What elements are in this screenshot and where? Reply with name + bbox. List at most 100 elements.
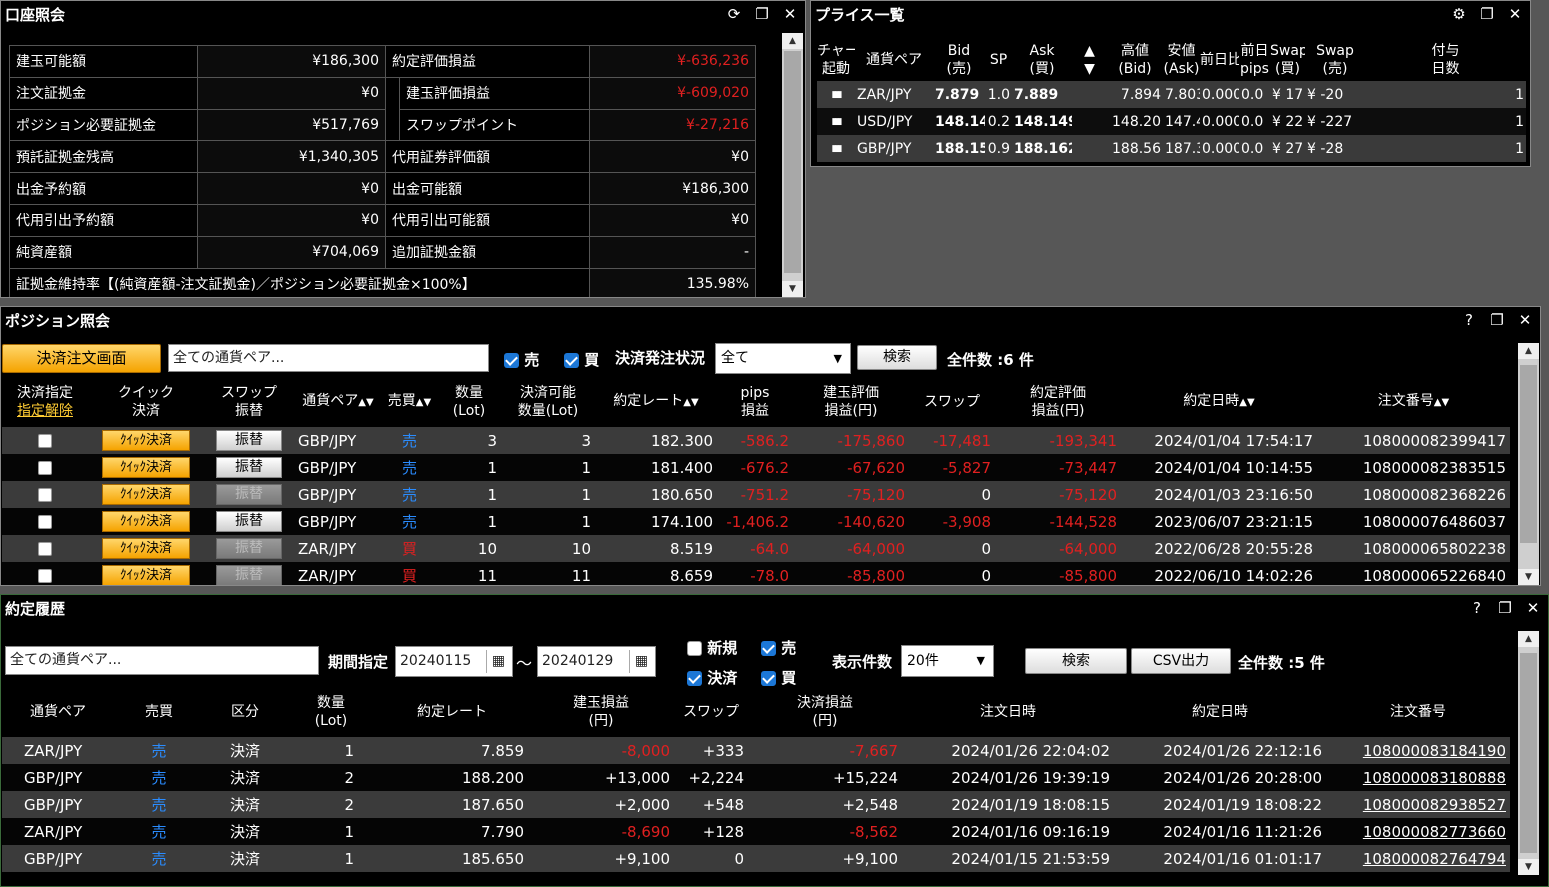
transfer-cell[interactable]: 振替 [204, 562, 294, 585]
quick-settle-button[interactable]: ｸｲｯｸ決済 [102, 457, 190, 478]
calendar-icon[interactable]: ▦ [629, 650, 653, 673]
restore-icon[interactable]: ❐ [1496, 599, 1514, 617]
settle-select-cell[interactable] [2, 454, 88, 481]
price-col-header[interactable]: 前日比 [1200, 39, 1239, 81]
quick-cell[interactable]: ｸｲｯｸ決済 [88, 508, 204, 535]
position-row[interactable]: ｸｲｯｸ決済 振替 ZAR/JPY 買 11 11 8.659 -78.0 -85,800 0 -8… [2, 562, 1510, 585]
price-col-header[interactable]: Swap (買) [1270, 39, 1305, 81]
position-row[interactable]: ｸｲｯｸ決済 振替 GBP/JPY 売 3 3 182.300 -586.2 -175,860-… [2, 427, 1510, 454]
close-icon[interactable]: ✕ [1516, 311, 1534, 329]
refresh-icon[interactable]: ⟳ [725, 5, 743, 23]
restore-icon[interactable]: ❐ [753, 5, 771, 23]
settle-select-cell[interactable] [2, 508, 88, 535]
col-rate[interactable]: 約定レート▲▼ [595, 377, 717, 427]
price-col-header[interactable]: Ask (買) [1012, 39, 1072, 81]
settle-checkbox[interactable] [687, 671, 702, 686]
scroll-up-icon[interactable]: ▲ [1518, 343, 1539, 359]
order-no-link[interactable]: 108000082938527 [1326, 791, 1510, 818]
price-col-header[interactable]: チャー 起動 [817, 39, 855, 81]
settle-checkbox[interactable] [38, 434, 52, 448]
col-order-no[interactable]: 注文番号▲▼ [1317, 377, 1510, 427]
settle-checkbox[interactable] [38, 569, 52, 583]
quick-cell[interactable]: ｸｲｯｸ決済 [88, 427, 204, 454]
col-pair[interactable]: 通貨ペア▲▼ [294, 377, 382, 427]
sell-filter[interactable]: 売 [504, 349, 539, 370]
order-no-link[interactable]: 108000083180888 [1326, 764, 1510, 791]
date-to-input[interactable]: 20240129 ▦ [537, 646, 656, 677]
swap-transfer-button[interactable]: 振替 [216, 430, 282, 451]
col-avail[interactable]: 決済可能 数量(Lot) [501, 377, 595, 427]
date-from-input[interactable]: 20240115 ▦ [395, 646, 513, 677]
price-col-header[interactable]: Bid (売) [933, 39, 985, 81]
help-icon[interactable]: ? [1468, 599, 1486, 617]
quick-settle-button[interactable]: ｸｲｯｸ決済 [102, 565, 190, 585]
buy-filter[interactable]: 買 [564, 349, 599, 370]
price-col-header[interactable]: 通貨ペア [855, 39, 933, 81]
quick-settle-button[interactable]: ｸｲｯｸ決済 [102, 511, 190, 532]
settle-select-cell[interactable] [2, 562, 88, 585]
settle-select-cell[interactable] [2, 481, 88, 508]
history-row[interactable]: GBP/JPY 売決済 2 187.650 +2,000 +548 +2,548 2024/0… [2, 791, 1510, 818]
price-col-header[interactable]: SP [985, 39, 1012, 81]
sell-checkbox[interactable] [761, 641, 776, 656]
col-qty[interactable]: 数量 (Lot) [437, 377, 501, 427]
chart-icon[interactable]: ▮▮▮ [817, 135, 855, 162]
settle-checkbox[interactable] [38, 515, 52, 529]
search-button[interactable]: 検索 [1025, 648, 1127, 674]
position-row[interactable]: ｸｲｯｸ決済 振替 GBP/JPY 売 1 1 181.400 -676.2 -67,620 -5… [2, 454, 1510, 481]
col-pl[interactable]: 建玉評価 損益(円) [793, 377, 909, 427]
pair-filter-input[interactable]: 全ての通貨ペア... [5, 646, 319, 675]
chart-icon[interactable]: ▮▮▮ [817, 81, 855, 108]
buy-checkbox[interactable] [564, 353, 579, 368]
gear-icon[interactable]: ⚙ [1450, 5, 1468, 23]
price-col-header[interactable]: ▲ ▼ [1072, 39, 1107, 81]
history-scrollbar[interactable]: ▲ ▼ [1518, 631, 1539, 875]
new-filter[interactable]: 新規 [687, 637, 737, 658]
position-row[interactable]: ｸｲｯｸ決済 振替 GBP/JPY 売 1 1 174.100 -1,406.2 -140,62… [2, 508, 1510, 535]
price-col-header[interactable]: 安値 (Ask) [1163, 39, 1200, 81]
settle-order-button[interactable]: 決済注文画面 [2, 344, 161, 373]
transfer-cell[interactable]: 振替 [204, 454, 294, 481]
calendar-icon[interactable]: ▦ [486, 650, 510, 673]
pair-filter-input[interactable]: 全ての通貨ペア... [168, 344, 489, 372]
scroll-down-icon[interactable]: ▼ [1518, 859, 1539, 875]
swap-transfer-button[interactable]: 振替 [216, 511, 282, 532]
restore-icon[interactable]: ❐ [1478, 5, 1496, 23]
quick-settle-button[interactable]: ｸｲｯｸ決済 [102, 430, 190, 451]
transfer-cell[interactable]: 振替 [204, 535, 294, 562]
search-button[interactable]: 検索 [857, 345, 937, 370]
position-row[interactable]: ｸｲｯｸ決済 振替 ZAR/JPY 買 10 10 8.519 -64.0 -64,000 0 -6… [2, 535, 1510, 562]
col-side[interactable]: 売買▲▼ [382, 377, 437, 427]
quick-cell[interactable]: ｸｲｯｸ決済 [88, 454, 204, 481]
chart-icon[interactable]: ▮▮▮ [817, 108, 855, 135]
settle-select-cell[interactable] [2, 427, 88, 454]
swap-transfer-button[interactable]: 振替 [216, 457, 282, 478]
buy-filter[interactable]: 買 [761, 667, 796, 688]
settle-checkbox[interactable] [38, 461, 52, 475]
order-no-link[interactable]: 108000082764794 [1326, 845, 1510, 872]
settle-select-cell[interactable] [2, 535, 88, 562]
transfer-cell[interactable]: 振替 [204, 481, 294, 508]
scroll-up-icon[interactable]: ▲ [1518, 631, 1539, 647]
price-row[interactable]: ▮▮▮GBP/JPY188.1530.9188.162188.56187.340… [817, 135, 1526, 162]
quick-settle-button[interactable]: ｸｲｯｸ決済 [102, 538, 190, 559]
price-col-header[interactable]: 付与 日数 [1365, 39, 1526, 81]
quick-cell[interactable]: ｸｲｯｸ決済 [88, 562, 204, 585]
clear-selection-link[interactable]: 指定解除 [2, 402, 88, 420]
settle-filter[interactable]: 決済 [687, 667, 737, 688]
quick-settle-button[interactable]: ｸｲｯｸ決済 [102, 484, 190, 505]
price-col-header[interactable]: 前日 pips [1239, 39, 1270, 81]
scroll-up-icon[interactable]: ▲ [782, 33, 803, 49]
col-total[interactable]: 約定評価 損益(円) [995, 377, 1121, 427]
history-row[interactable]: GBP/JPY 売決済 2 188.200 +13,000 +2,224 +15,224 20… [2, 764, 1510, 791]
price-col-header[interactable]: 高値 (Bid) [1107, 39, 1163, 81]
transfer-cell[interactable]: 振替 [204, 427, 294, 454]
help-icon[interactable]: ? [1460, 311, 1478, 329]
csv-export-button[interactable]: CSV出力 [1131, 648, 1231, 674]
sell-checkbox[interactable] [504, 353, 519, 368]
positions-scrollbar[interactable]: ▲ ▼ [1518, 343, 1539, 585]
close-icon[interactable]: ✕ [781, 5, 799, 23]
scroll-down-icon[interactable]: ▼ [782, 281, 803, 297]
settle-checkbox[interactable] [38, 542, 52, 556]
history-row[interactable]: ZAR/JPY 売決済 1 7.859 -8,000 +333 -7,667 2024/01/… [2, 737, 1510, 764]
